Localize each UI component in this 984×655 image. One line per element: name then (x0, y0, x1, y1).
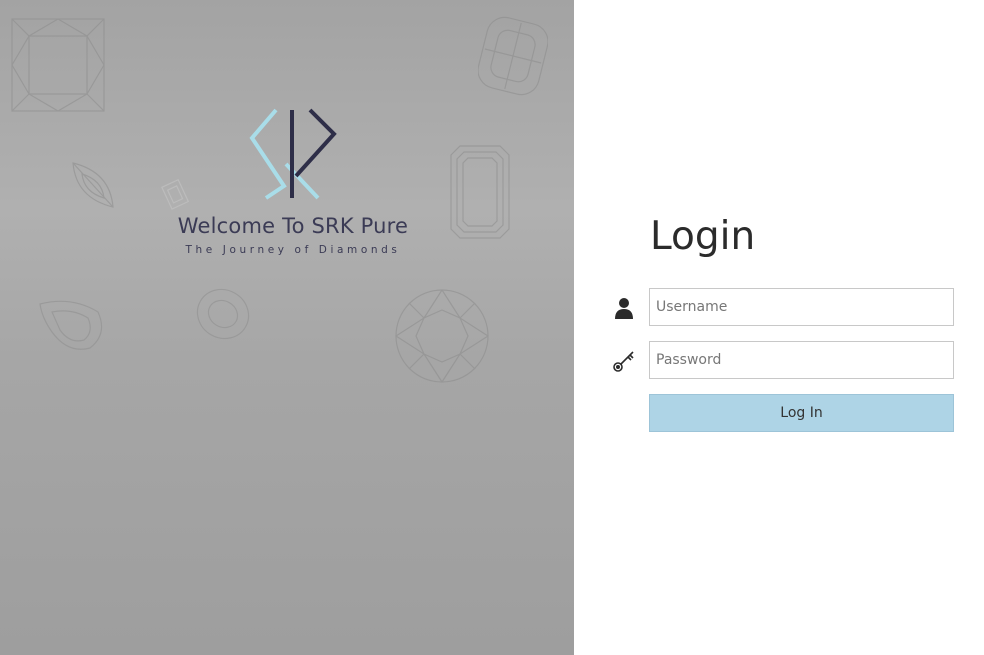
user-icon (612, 296, 636, 320)
round-gem-icon (394, 288, 490, 384)
brand-block: Welcome To SRK Pure The Journey of Diamo… (0, 108, 574, 256)
login-button[interactable]: Log In (649, 394, 954, 432)
username-input[interactable] (649, 288, 954, 326)
oval-gem-icon (194, 286, 252, 342)
password-input[interactable] (649, 341, 954, 379)
tagline: The Journey of Diamonds (185, 244, 401, 256)
key-icon (612, 349, 636, 373)
cushion-gem-icon (478, 16, 548, 96)
pear-gem-icon (38, 298, 104, 352)
welcome-heading: Welcome To SRK Pure (177, 214, 409, 238)
login-panel: Login Log In (574, 0, 984, 655)
brand-panel: Welcome To SRK Pure The Journey of Diamo… (0, 0, 574, 655)
princess-gem-icon (11, 18, 105, 112)
login-page: Welcome To SRK Pure The Journey of Diamo… (0, 0, 984, 655)
login-title: Login (650, 214, 756, 259)
srk-logo (248, 108, 338, 200)
